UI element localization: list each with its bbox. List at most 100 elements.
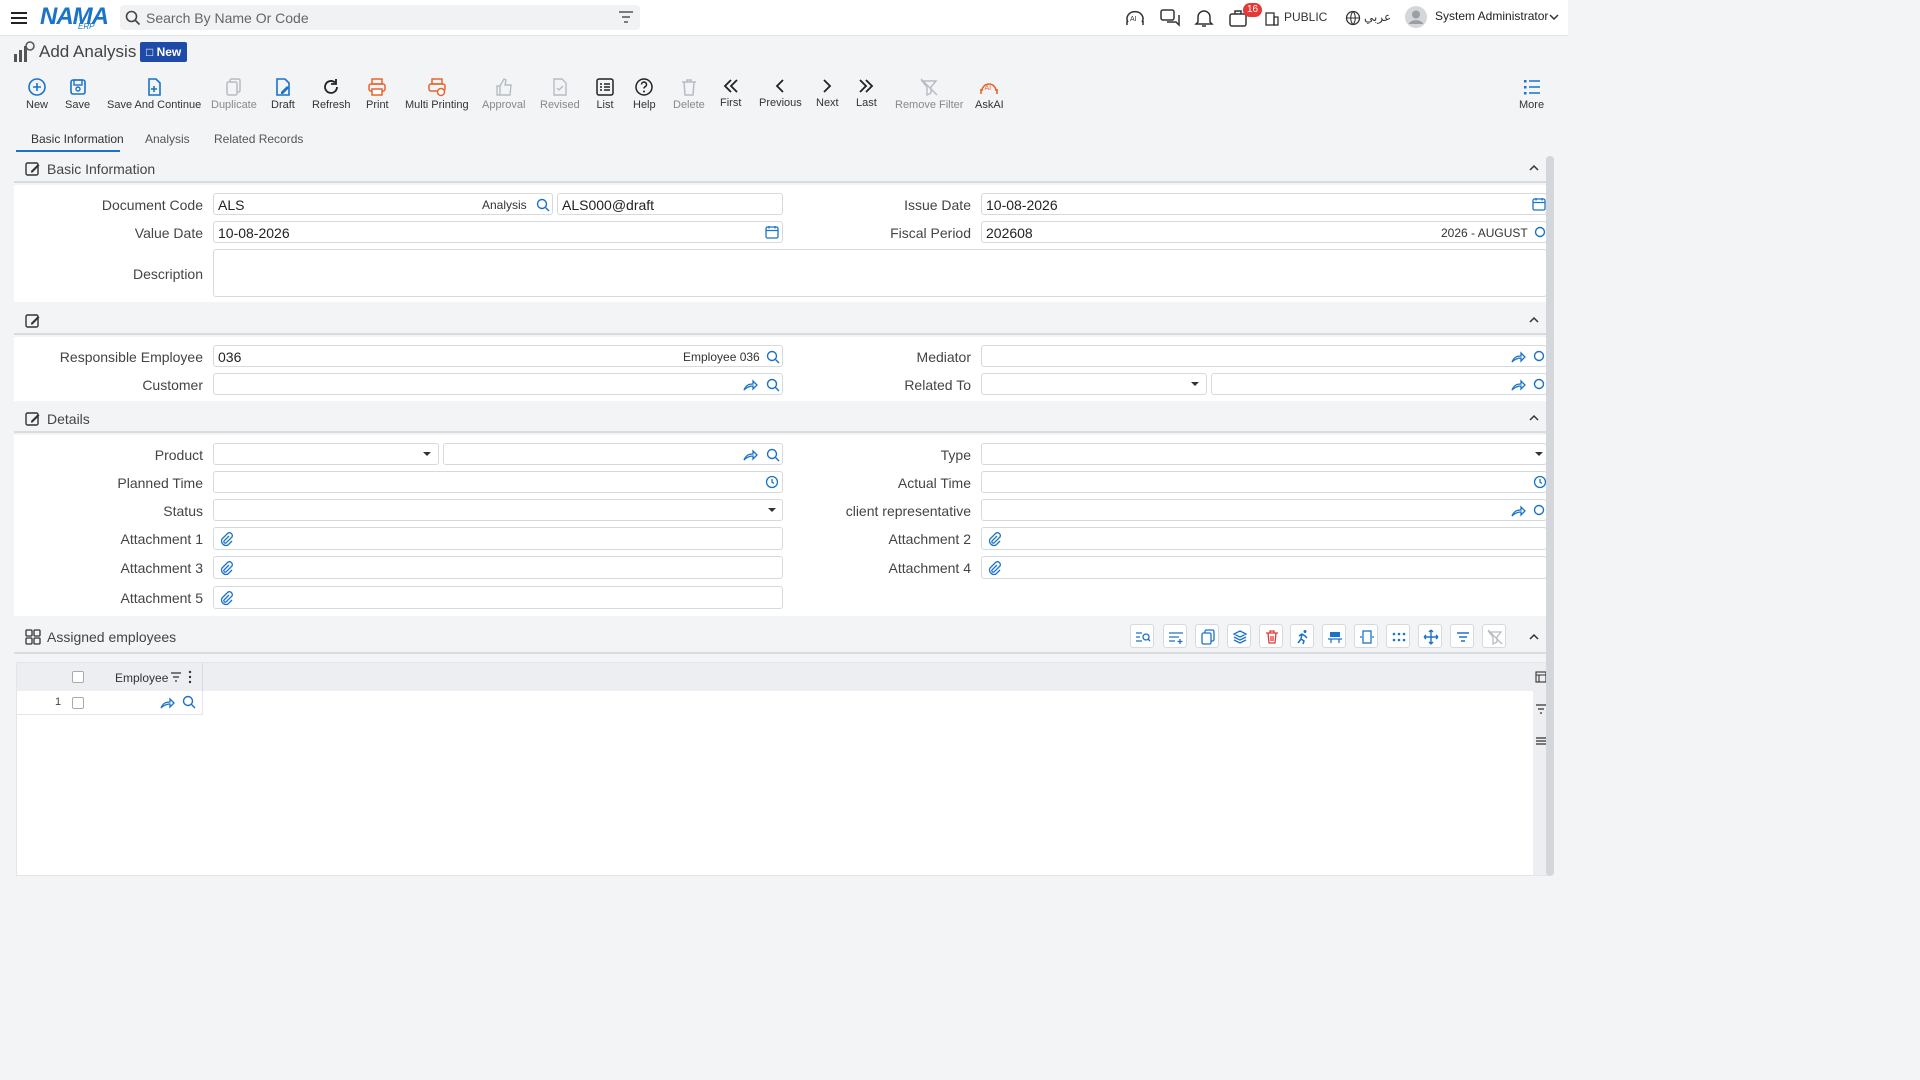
share-arrow-icon[interactable] [1510,503,1526,519]
notification-bell-icon[interactable] [1194,8,1214,28]
global-search[interactable] [120,5,640,30]
share-arrow-icon[interactable] [1510,377,1526,393]
grid-filter-button[interactable] [1450,624,1474,648]
related-to-type-select[interactable] [981,373,1207,395]
first-record-button[interactable]: First [720,77,741,109]
delete-button[interactable]: Delete [673,77,705,111]
grid-dots-button[interactable] [1386,624,1410,648]
duplicate-button[interactable]: Duplicate [211,77,257,111]
share-arrow-icon[interactable] [159,695,175,711]
lookup-search-icon[interactable] [1533,225,1547,241]
more-button[interactable]: More [1519,77,1544,111]
last-record-button[interactable]: Last [856,77,877,109]
new-button[interactable]: New [26,77,48,111]
issue-date-field[interactable]: 10-08-2026 [981,193,1547,215]
grid-remove-filter-button[interactable] [1482,624,1506,648]
chevron-down-icon[interactable] [1548,12,1560,22]
lookup-search-icon[interactable] [765,349,781,365]
fiscal-period-field[interactable]: 202608 2026 - AUGUST [981,221,1547,243]
save-button[interactable]: Save [65,77,90,111]
calendar-icon[interactable] [1532,197,1546,211]
previous-record-button[interactable]: Previous [759,77,802,109]
multi-printing-button[interactable]: Multi Printing [405,77,469,111]
chevron-up-icon[interactable] [1528,315,1540,325]
calendar-icon[interactable] [765,225,779,239]
print-button[interactable]: Print [366,77,389,111]
user-avatar-icon[interactable] [1405,6,1427,28]
lookup-search-icon[interactable] [765,447,781,463]
list-button[interactable]: List [595,77,615,111]
search-input[interactable] [146,7,616,28]
related-to-field[interactable] [1211,373,1547,395]
user-name[interactable]: System Administrator [1435,9,1548,23]
help-button[interactable]: Help [633,77,656,111]
grid-move-button[interactable] [1418,624,1442,648]
row-checkbox[interactable] [72,697,84,709]
attachment-5-field[interactable] [213,586,783,609]
column-menu-icon[interactable] [188,670,192,684]
table-row[interactable]: 1 [17,691,203,715]
value-date-field[interactable]: 10-08-2026 [213,221,783,243]
page-scrollbar[interactable] [1546,156,1554,876]
attachment-2-field[interactable] [981,527,1547,550]
lookup-search-icon[interactable] [181,694,197,710]
chevron-up-icon[interactable] [1528,413,1540,423]
paperclip-icon[interactable] [987,531,1001,547]
select-all-checkbox[interactable] [72,671,84,683]
branch-label[interactable]: PUBLIC [1284,10,1327,24]
share-arrow-icon[interactable] [742,447,758,463]
tab-analysis[interactable]: Analysis [145,132,190,146]
attachment-4-field[interactable] [981,556,1547,579]
lookup-search-icon[interactable] [535,197,551,213]
share-arrow-icon[interactable] [1510,349,1526,365]
paperclip-icon[interactable] [219,531,233,547]
clock-icon[interactable] [1533,475,1547,489]
save-and-continue-button[interactable]: Save And Continue [107,77,201,111]
responsible-employee-field[interactable]: 036 Employee 036 [213,345,783,367]
description-textarea[interactable] [213,249,1547,297]
language-switch[interactable]: عربي [1364,10,1391,24]
paperclip-icon[interactable] [219,560,233,576]
paperclip-icon[interactable] [219,590,233,606]
grid-run-button[interactable] [1290,624,1314,648]
tab-basic-information[interactable]: Basic Information [31,132,124,146]
ai-assistant-icon[interactable]: AI [1124,8,1146,28]
revised-button[interactable]: Revised [540,77,580,111]
employee-column-header[interactable]: Employee [115,671,168,685]
lookup-search-icon[interactable] [1532,503,1546,519]
grid-search-button[interactable] [1130,624,1154,648]
approval-button[interactable]: Approval [482,77,525,111]
grid-copy-button[interactable] [1195,624,1219,648]
clock-icon[interactable] [765,475,779,489]
responsible-section-header[interactable] [14,307,1546,335]
type-select[interactable] [981,443,1547,465]
basic-information-section-header[interactable]: Basic Information [14,155,1546,183]
next-record-button[interactable]: Next [816,77,839,109]
attachment-1-field[interactable] [213,527,783,550]
remove-filter-button[interactable]: Remove Filter [895,77,963,111]
assigned-employees-section-header[interactable]: Assigned employees [14,622,1546,654]
lookup-search-icon[interactable] [1532,377,1546,393]
customer-field[interactable] [213,373,783,395]
app-logo[interactable]: NAMA [40,3,109,31]
chat-icon[interactable] [1159,8,1181,28]
actual-time-field[interactable] [981,471,1547,493]
grid-add-row-button[interactable] [1163,624,1187,648]
document-code-field[interactable]: ALS Analysis [213,193,553,215]
attachment-3-field[interactable] [213,556,783,579]
share-arrow-icon[interactable] [742,377,758,393]
tab-related-records[interactable]: Related Records [214,132,303,146]
mediator-field[interactable] [981,345,1547,367]
lookup-search-icon[interactable] [1532,349,1546,365]
grid-layers-button[interactable] [1227,624,1251,648]
planned-time-field[interactable] [213,471,783,493]
draft-button[interactable]: Draft [271,77,295,111]
document-code-full-field[interactable]: ALS000@draft [557,193,783,215]
chevron-up-icon[interactable] [1528,163,1540,173]
paperclip-icon[interactable] [987,560,1001,576]
grid-fit-columns-button[interactable] [1354,624,1378,648]
product-type-select[interactable] [213,443,439,465]
filter-icon[interactable] [618,10,634,24]
refresh-button[interactable]: Refresh [312,77,351,111]
chevron-up-icon[interactable] [1528,632,1540,642]
